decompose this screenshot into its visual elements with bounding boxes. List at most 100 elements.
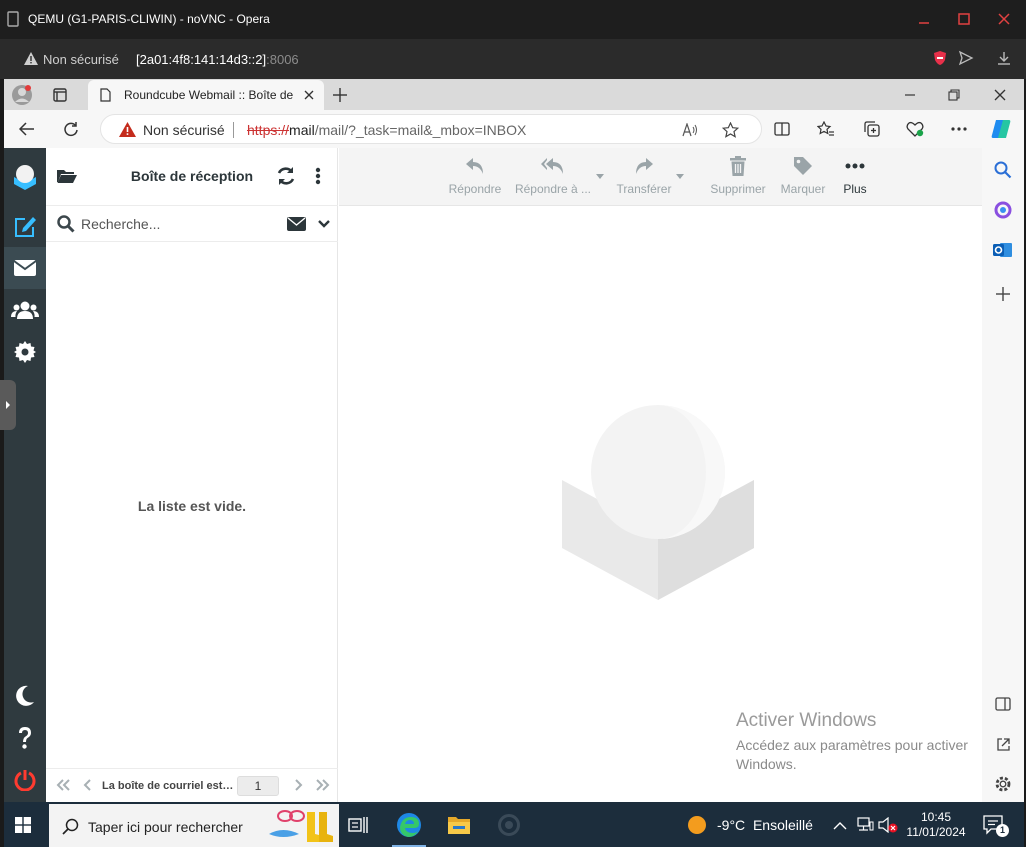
logout-power-icon[interactable]: [4, 759, 46, 801]
windows-start-icon[interactable]: [14, 816, 32, 834]
browser-essentials-icon[interactable]: [905, 119, 925, 139]
sidebar-add-icon[interactable]: [991, 282, 1015, 306]
tag-icon: [794, 157, 812, 175]
previous-page-icon[interactable]: [82, 777, 94, 793]
roundcube-taskmenu: [4, 148, 46, 802]
notification-count-badge: 1: [996, 824, 1009, 837]
reply-button[interactable]: Répondre: [445, 154, 505, 200]
edge-taskbar-icon[interactable]: [392, 810, 426, 847]
activate-windows-watermark: Activer Windows Accédez aux paramètres p…: [736, 710, 984, 774]
send-icon[interactable]: [958, 50, 974, 66]
opera-title-bar: QEMU (G1-PARIS-CLIWIN) - noVNC - Opera: [0, 0, 1026, 39]
help-icon[interactable]: [4, 717, 46, 759]
tab-actions-icon[interactable]: [50, 85, 70, 105]
read-aloud-icon[interactable]: [681, 121, 699, 139]
mark-button[interactable]: Marquer: [776, 154, 830, 200]
close-window-icon[interactable]: [993, 9, 1015, 29]
search-highlight-boots-icon: [263, 808, 333, 844]
sidebar-settings-icon[interactable]: [991, 772, 1015, 796]
forward-button[interactable]: Transférer: [611, 154, 677, 200]
new-tab-icon[interactable]: [330, 85, 350, 105]
more-dots-icon: [845, 163, 865, 169]
favorites-icon[interactable]: [816, 119, 836, 139]
settings-gear-icon[interactable]: [4, 331, 46, 373]
copilot-icon[interactable]: [989, 117, 1013, 141]
sidebar-search-icon[interactable]: [991, 158, 1015, 182]
split-screen-icon[interactable]: [772, 119, 792, 139]
list-options-icon[interactable]: [315, 167, 321, 185]
search-options-chevron-icon[interactable]: [318, 220, 330, 228]
next-page-icon[interactable]: [292, 777, 304, 793]
close-tab-icon[interactable]: [302, 88, 316, 102]
sidebar-outlook-icon[interactable]: [991, 238, 1015, 262]
collections-icon[interactable]: [862, 119, 882, 139]
network-icon[interactable]: [855, 816, 875, 834]
security-label[interactable]: Non sécurisé: [43, 52, 119, 67]
notifications-icon[interactable]: 1: [982, 813, 1009, 837]
contacts-icon[interactable]: [4, 289, 46, 331]
edge-minimize-icon[interactable]: [900, 85, 920, 105]
more-button[interactable]: Plus: [837, 154, 873, 200]
roundcube-watermark-logo: [560, 404, 756, 600]
page-number-input[interactable]: 1: [237, 776, 279, 796]
dark-mode-moon-icon[interactable]: [4, 675, 46, 717]
task-view-icon[interactable]: [346, 814, 370, 836]
edge-restore-icon[interactable]: [944, 85, 964, 105]
taskbar-search-text: Taper ici pour rechercher: [88, 819, 243, 835]
list-pager: La boîte de courriel est vide 1: [46, 768, 338, 802]
edge-url-text: https://mail/mail/?_task=mail&_mbox=INBO…: [247, 122, 527, 138]
mail-search-bar[interactable]: Recherche...: [46, 206, 338, 242]
back-icon[interactable]: [16, 118, 38, 140]
edge-close-icon[interactable]: [990, 85, 1010, 105]
search-input[interactable]: Recherche...: [81, 216, 160, 232]
more-options-icon[interactable]: [949, 119, 969, 139]
compose-icon[interactable]: [4, 205, 46, 247]
empty-list-message: La liste est vide.: [137, 498, 247, 514]
not-secure-label[interactable]: Non sécurisé: [143, 122, 225, 138]
message-toolbar: Répondre Répondre à ... Transférer Suppr…: [339, 148, 982, 206]
first-page-icon[interactable]: [55, 777, 71, 793]
windows-taskbar: Taper ici pour rechercher -9°C Ensoleill…: [4, 802, 1024, 847]
expand-arrow-icon: [6, 401, 10, 409]
download-icon[interactable]: [996, 50, 1012, 66]
novnc-control-bar-handle[interactable]: [0, 380, 16, 430]
reply-all-button[interactable]: Répondre à ...: [512, 154, 594, 200]
not-secure-warning-icon[interactable]: [118, 121, 136, 137]
document-icon: [6, 11, 20, 27]
maximize-icon[interactable]: [953, 9, 975, 29]
address-separator: [233, 122, 234, 138]
last-page-icon[interactable]: [315, 777, 331, 793]
taskbar-clock[interactable]: 10:45 11/01/2024: [901, 810, 971, 840]
sidebar-external-link-icon[interactable]: [991, 732, 1015, 756]
sidebar-copilot-icon[interactable]: [991, 198, 1015, 222]
message-list-header: Boîte de réception: [46, 148, 338, 206]
window-title: QEMU (G1-PARIS-CLIWIN) - noVNC - Opera: [28, 12, 270, 26]
file-explorer-icon[interactable]: [446, 813, 472, 837]
mail-icon[interactable]: [4, 247, 46, 289]
shield-icon[interactable]: [932, 50, 948, 66]
address-url[interactable]: [2a01:4f8:141:14d3::2]:8006: [136, 52, 299, 67]
delete-button[interactable]: Supprimer: [706, 154, 770, 200]
sidebar-hide-icon[interactable]: [991, 692, 1015, 716]
favorite-star-icon[interactable]: [721, 121, 739, 139]
taskbar-search-box[interactable]: Taper ici pour rechercher: [49, 804, 339, 847]
minimize-icon[interactable]: [913, 9, 935, 29]
page-icon: [98, 88, 112, 102]
activate-windows-title: Activer Windows: [736, 710, 877, 731]
chrome-taskbar-icon[interactable]: [496, 813, 522, 837]
forward-dropdown-caret[interactable]: [676, 174, 684, 179]
activate-windows-text: Accédez aux paramètres pour activer Wind…: [736, 737, 968, 772]
unread-filter-envelope-icon[interactable]: [287, 217, 306, 231]
edge-address-input[interactable]: Non sécurisé https://mail/mail/?_task=ma…: [100, 114, 762, 144]
refresh-mailbox-icon[interactable]: [276, 166, 296, 186]
reply-all-dropdown-caret[interactable]: [596, 174, 604, 179]
forward-icon: [636, 158, 653, 174]
roundcube-logo-icon[interactable]: [4, 156, 46, 198]
weather-widget[interactable]: -9°C Ensoleillé: [717, 817, 813, 833]
refresh-icon[interactable]: [60, 118, 82, 140]
show-hidden-icons-chevron[interactable]: [832, 817, 848, 833]
tab-roundcube[interactable]: Roundcube Webmail :: Boîte de réception: [88, 80, 324, 110]
tab-title: Roundcube Webmail :: Boîte de réception: [124, 88, 296, 102]
profile-avatar-icon[interactable]: [10, 83, 34, 107]
volume-muted-icon[interactable]: [878, 816, 898, 834]
